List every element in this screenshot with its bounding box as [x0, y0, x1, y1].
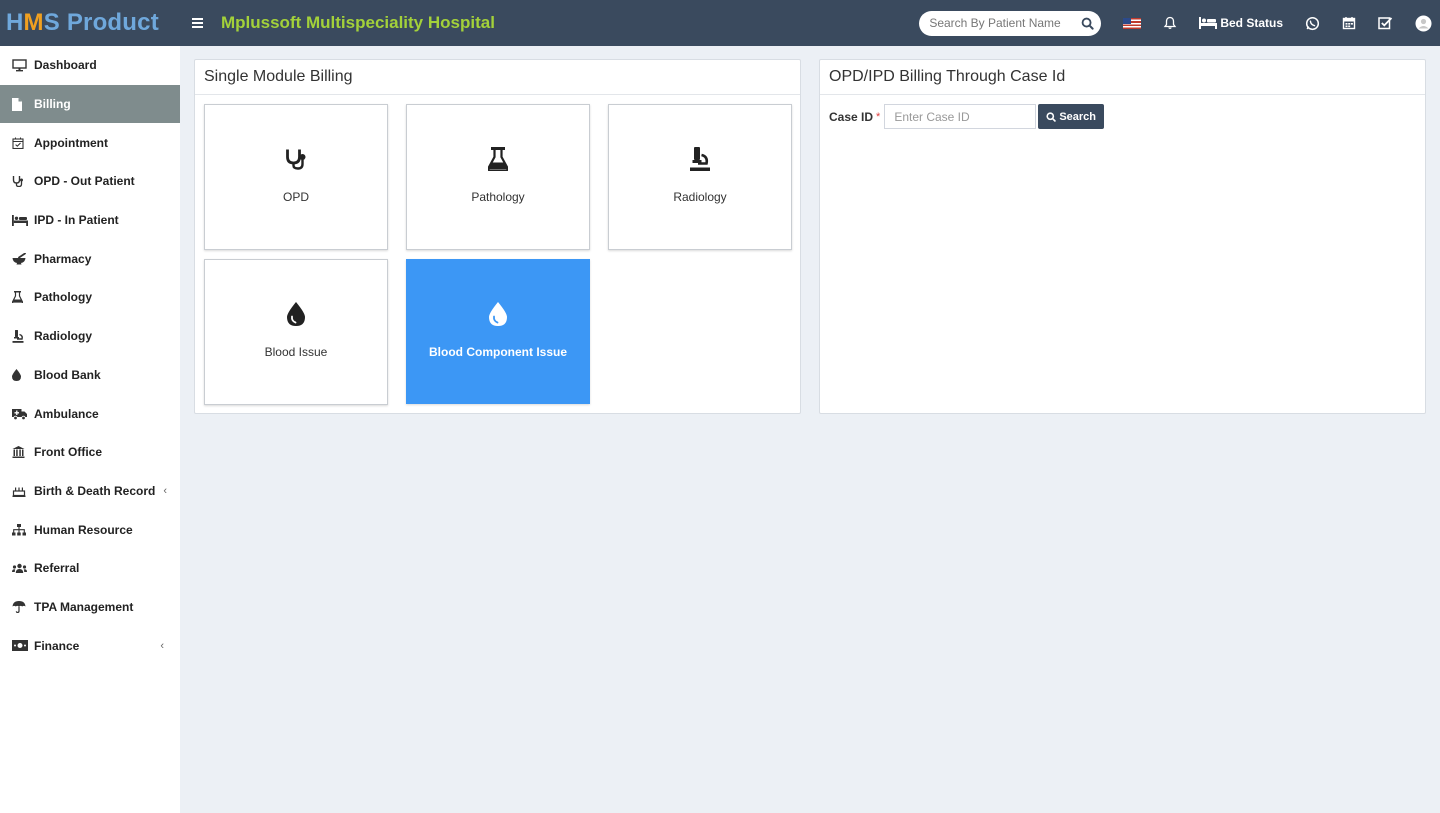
money-icon: [12, 639, 30, 653]
patient-search-input[interactable]: [929, 16, 1070, 30]
chevron-left-icon: ‹: [160, 639, 164, 652]
sidebar-item-ipd[interactable]: IPD - In Patient: [0, 201, 180, 240]
umbrella-icon: [12, 600, 30, 614]
case-id-billing-panel: OPD/IPD Billing Through Case Id Case ID …: [819, 59, 1426, 414]
whatsapp-icon[interactable]: [1305, 16, 1320, 31]
stethoscope-icon: [285, 145, 307, 173]
sidebar-item-ambulance[interactable]: Ambulance: [0, 394, 180, 433]
sidebar: Dashboard Billing Appointment OPD - Out …: [0, 46, 180, 813]
sidebar-item-finance[interactable]: Finance ‹: [0, 626, 180, 665]
sidebar-item-label: IPD - In Patient: [34, 213, 119, 228]
case-id-label: Case ID: [829, 109, 874, 124]
sidebar-item-dashboard[interactable]: Dashboard: [0, 46, 180, 85]
sidebar-item-billing[interactable]: Billing: [0, 84, 180, 124]
panel-title: OPD/IPD Billing Through Case Id: [820, 60, 1425, 95]
task-check-icon[interactable]: [1378, 16, 1393, 30]
chevron-left-icon: ‹: [163, 484, 168, 497]
bed-status-label: Bed Status: [1220, 16, 1283, 30]
calendar-icon[interactable]: [1342, 16, 1356, 30]
app-logo[interactable]: HMS Product: [0, 0, 180, 46]
sidebar-item-label: Appointment: [34, 135, 108, 150]
sidebar-item-label: Referral: [34, 561, 80, 576]
pathology-billing-tile[interactable]: Pathology: [406, 104, 590, 250]
sidebar-item-tpa-management[interactable]: TPA Management: [0, 588, 180, 627]
sidebar-item-pathology[interactable]: Pathology: [0, 278, 180, 317]
bell-icon[interactable]: [1163, 16, 1177, 30]
sidebar-item-label: Finance: [34, 638, 80, 653]
hospital-name: Mplussoft Multispeciality Hospital: [221, 13, 495, 32]
required-asterisk: *: [876, 110, 881, 123]
sidebar-item-label: Pharmacy: [34, 251, 92, 266]
sidebar-item-front-office[interactable]: Front Office: [0, 433, 180, 472]
sidebar-item-radiology[interactable]: Radiology: [0, 317, 180, 356]
bed-status-button[interactable]: Bed Status: [1199, 16, 1283, 30]
case-id-form: Case ID * Search: [829, 104, 1105, 129]
sidebar-item-label: Ambulance: [34, 406, 99, 421]
sidebar-item-label: Human Resource: [34, 522, 133, 537]
calendar-check-icon: [12, 136, 30, 150]
patient-search: [919, 10, 1102, 36]
file-icon: [12, 97, 30, 111]
sidebar-item-birth-death-record[interactable]: Birth & Death Record ‹: [0, 472, 180, 511]
sidebar-toggle-icon[interactable]: [192, 15, 216, 31]
logo-letter-h: H: [6, 9, 24, 36]
sitemap-icon: [12, 523, 30, 537]
sidebar-item-label: Birth & Death Record: [34, 483, 156, 498]
tint-icon: [12, 368, 30, 382]
single-module-billing-panel: Single Module Billing OPD Pathology Radi…: [194, 59, 801, 414]
tile-label: Pathology: [471, 190, 525, 204]
sidebar-item-appointment[interactable]: Appointment: [0, 123, 180, 162]
sidebar-item-label: Radiology: [34, 329, 93, 344]
flask-icon: [488, 145, 508, 173]
blood-component-issue-billing-tile[interactable]: Blood Component Issue: [406, 259, 590, 404]
sidebar-item-label: Pathology: [34, 290, 93, 305]
bed-icon: [12, 213, 30, 227]
flask-icon: [12, 290, 30, 304]
logo-text: S Product: [43, 9, 159, 36]
sidebar-item-pharmacy[interactable]: Pharmacy: [0, 239, 180, 278]
search-icon[interactable]: [1079, 15, 1095, 31]
radiology-billing-tile[interactable]: Radiology: [608, 104, 792, 250]
tint-icon: [287, 300, 305, 328]
language-flag-icon[interactable]: [1123, 17, 1142, 29]
microscope-icon: [690, 145, 710, 173]
users-icon: [12, 561, 30, 575]
cake-icon: [12, 484, 30, 498]
logo-letter-m: M: [23, 9, 44, 36]
sidebar-item-human-resource[interactable]: Human Resource: [0, 510, 180, 549]
top-navbar: HMS Product Mplussoft Multispeciality Ho…: [0, 0, 1440, 46]
tile-label: Blood Component Issue: [429, 345, 567, 359]
ambulance-icon: [12, 407, 30, 421]
sidebar-item-label: OPD - Out Patient: [34, 174, 135, 189]
bed-icon: [1199, 17, 1218, 29]
search-button-label: Search: [1059, 110, 1097, 123]
tint-icon: [489, 300, 507, 328]
opd-billing-tile[interactable]: OPD: [204, 104, 388, 250]
tile-label: OPD: [282, 190, 309, 204]
sidebar-item-referral[interactable]: Referral: [0, 549, 180, 588]
stethoscope-icon: [12, 174, 30, 188]
microscope-icon: [12, 329, 30, 343]
case-search-button[interactable]: Search: [1038, 104, 1105, 129]
sidebar-item-label: Dashboard: [34, 58, 97, 73]
blood-issue-billing-tile[interactable]: Blood Issue: [204, 259, 388, 405]
sidebar-item-opd[interactable]: OPD - Out Patient: [0, 162, 180, 201]
case-id-input[interactable]: [884, 104, 1037, 129]
building-icon: [12, 445, 30, 459]
monitor-icon: [12, 58, 30, 72]
sidebar-item-label: Front Office: [34, 445, 102, 460]
sidebar-item-label: TPA Management: [34, 599, 134, 614]
sidebar-item-label: Blood Bank: [34, 367, 101, 382]
mortar-pestle-icon: [12, 252, 30, 266]
user-avatar-icon[interactable]: [1415, 15, 1432, 32]
sidebar-item-blood-bank[interactable]: Blood Bank: [0, 356, 180, 395]
panel-title: Single Module Billing: [195, 60, 800, 95]
tile-label: Radiology: [673, 190, 727, 204]
tile-label: Blood Issue: [264, 345, 328, 359]
sidebar-item-label: Billing: [34, 97, 71, 112]
search-icon: [1046, 111, 1057, 122]
